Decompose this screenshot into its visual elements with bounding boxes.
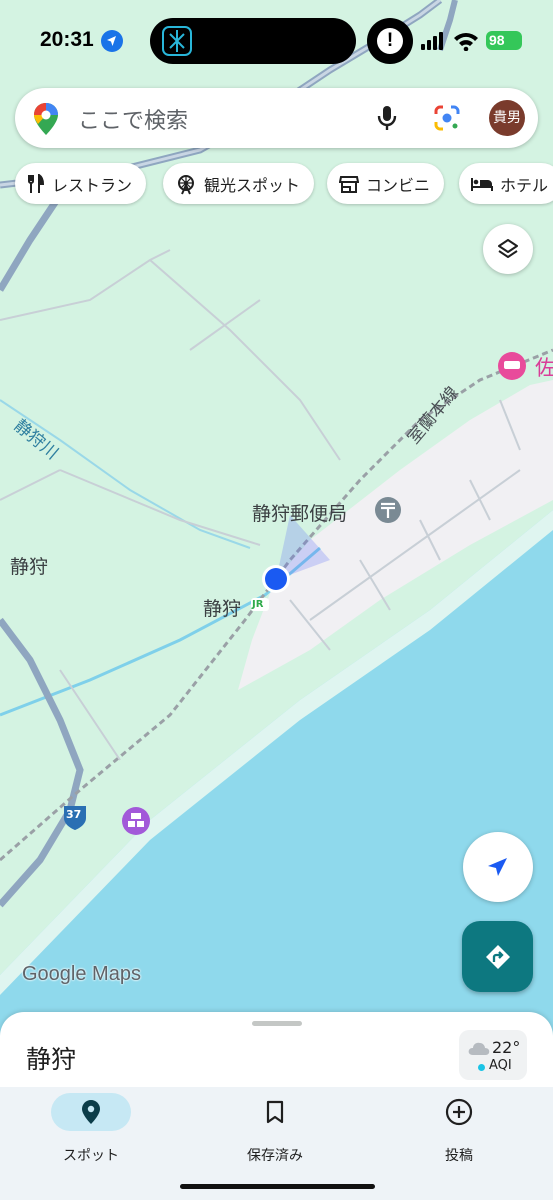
status-time: 20:31 [40,28,94,51]
cellular-signal-icon [421,32,443,50]
nav-tab-spots[interactable]: スポット [16,1093,166,1173]
ferris-wheel-icon [178,174,194,194]
jr-badge-text: JR [252,599,264,610]
app-activity-icon [162,26,192,56]
current-location-dot [265,568,287,590]
chip-convenience-store[interactable]: コンビニ [327,163,445,204]
alert-icon[interactable]: ! [367,18,413,64]
nav-label: 保存済み [247,1148,303,1164]
station-label[interactable]: 静狩 [203,594,241,621]
poi-purple-icon [122,807,150,835]
store-icon [339,175,359,193]
bed-icon [471,177,493,191]
route-shield-number: 37 [66,808,82,821]
location-pin-icon [82,1100,100,1124]
google-maps-attribution: Google Maps [22,963,141,985]
directions-button[interactable] [462,921,533,992]
nav-label: 投稿 [445,1148,473,1164]
nav-label: スポット [63,1148,119,1164]
chip-sightseeing[interactable]: 観光スポット [163,163,315,204]
location-services-icon [101,30,123,52]
google-lens-icon[interactable] [433,104,461,132]
google-maps-pin-icon [34,103,58,135]
aqi-indicator-dot [478,1064,485,1071]
aqi-label: AQI [489,1058,512,1073]
hotel-label-partial[interactable]: 佐 [535,352,553,382]
area-label: 静狩 [10,556,49,578]
chip-label: 観光スポット [204,175,301,195]
layers-button[interactable] [483,224,533,274]
wifi-icon [454,33,478,51]
chip-label: コンビニ [366,175,431,195]
bookmark-icon [266,1100,284,1124]
cloud-icon [468,1042,490,1055]
search-input[interactable]: ここで検索 [78,103,188,135]
chip-label: レストラン [52,175,133,195]
directions-icon [485,944,510,969]
navigation-arrow-icon [488,858,507,876]
chip-hotel[interactable]: ホテル [459,163,553,204]
add-circle-icon [445,1098,473,1126]
nav-tab-post[interactable]: 投稿 [384,1093,534,1173]
microphone-icon[interactable] [375,104,399,132]
chip-restaurant[interactable]: レストラン [15,163,147,204]
battery-indicator: 98 [486,31,522,50]
my-location-button[interactable] [463,832,533,902]
restaurant-icon [28,173,45,193]
post-office-label[interactable]: 静狩郵便局 [252,499,347,526]
chip-label: ホテル [500,175,549,195]
weather-chip[interactable]: 22° AQI [459,1030,527,1080]
sheet-drag-handle[interactable] [252,1021,302,1026]
layers-icon [498,239,518,258]
temperature-text: 22° [492,1038,521,1057]
account-avatar[interactable]: 貴男 [489,100,525,136]
search-bar[interactable]: ここで検索 貴男 [15,88,538,148]
place-title: 静狩 [26,1045,77,1074]
dynamic-island[interactable] [150,18,356,64]
home-indicator[interactable] [180,1184,375,1189]
nav-tab-saved[interactable]: 保存済み [200,1093,350,1173]
